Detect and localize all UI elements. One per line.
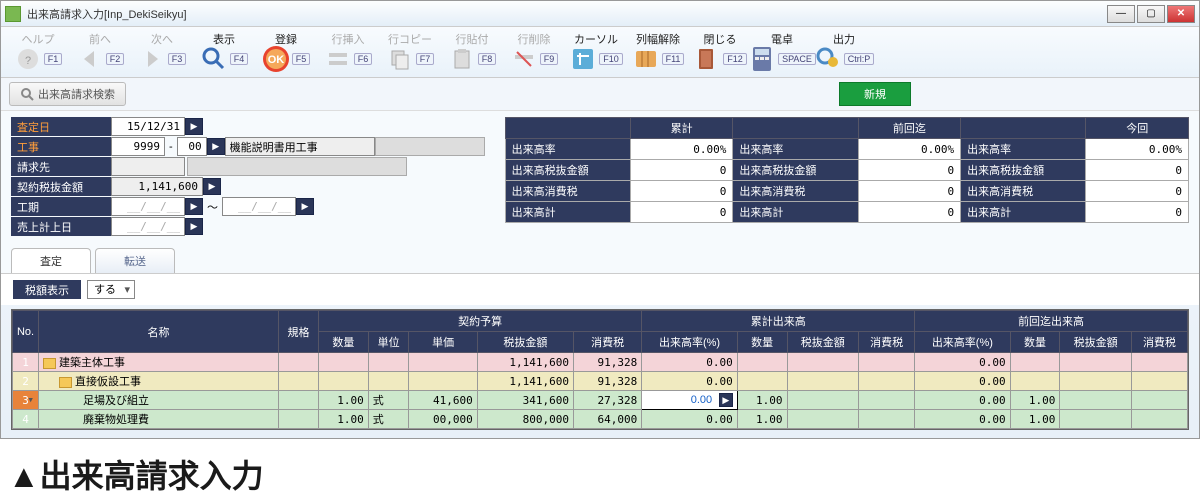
new-button[interactable]: 新規 [839,82,911,106]
uriage-field[interactable]: __/__/__ [111,217,185,236]
uriage-picker[interactable]: ▶ [185,218,203,235]
titlebar: 出来高請求入力[Inp_DekiSeikyu] — ▢ ✕ [1,1,1199,27]
maximize-button[interactable]: ▢ [1137,5,1165,23]
keiyaku-label: 契約税抜金額 [11,177,111,196]
search-bar: 出来高請求検索 新規 [1,78,1199,111]
seikyu-label: 請求先 [11,157,111,176]
svg-text:OK: OK [267,54,284,66]
search-icon [20,87,34,101]
row-delete-icon [510,45,538,73]
help-icon: ? [14,45,42,73]
magnifier-icon [200,45,228,73]
tb-next[interactable]: 次へ F3 [131,29,193,75]
data-grid[interactable]: No. 名称 規格 契約予算 累計出来高 前回迄出来高 数量単位単価税抜金額消費… [11,309,1189,430]
folder-icon [43,358,56,369]
tb-delete[interactable]: 行削除 F9 [503,29,565,75]
column-width-icon [632,45,660,73]
window-title: 出来高請求入力[Inp_DekiSeikyu] [27,6,1107,22]
seikyu-name-field [187,157,407,176]
table-row[interactable]: 4 廃棄物処理費 1.00式00,000 800,00064,000 0.001… [13,410,1188,429]
satei-label: 査定日 [11,117,111,136]
folder-icon [59,377,72,388]
toolbar: ヘルプ ?F1 前へ F2 次へ F3 表示 F4 登録 OKF5 行挿入 F6… [1,27,1199,78]
kouki-from-field[interactable]: __/__/__ [111,197,185,216]
keiyaku-picker[interactable]: ▶ [203,178,221,195]
tb-register[interactable]: 登録 OKF5 [255,29,317,75]
tab-tensou[interactable]: 転送 [95,248,175,273]
kouki-to-field[interactable]: __/__/__ [222,197,296,216]
cursor-icon [569,45,597,73]
tb-cursor[interactable]: カーソル F10 [565,29,627,75]
minimize-button[interactable]: — [1107,5,1135,23]
summary-panel: 累計前回迄今回 出来高率0.00%出来高率0.00%出来高率0.00% 出来高税… [505,117,1189,236]
satei-field[interactable]: 15/12/31 [111,117,185,136]
table-row[interactable]: 2 直接仮設工事 1,141,60091,328 0.00 0.00 [13,372,1188,391]
tb-help[interactable]: ヘルプ ?F1 [7,29,69,75]
next-icon [138,45,166,73]
form-left: 査定日 15/12/31 ▶ 工事 9999 - 00 ▶ 機能説明書用工事 請… [11,117,485,236]
tax-display-select[interactable]: する [87,280,135,299]
kouki-label: 工期 [11,197,111,216]
tb-paste[interactable]: 行貼付 F8 [441,29,503,75]
row-paste-icon [448,45,476,73]
close-button[interactable]: ✕ [1167,5,1195,23]
app-icon [5,6,21,22]
kouki-from-picker[interactable]: ▶ [185,198,203,215]
tb-colwidth[interactable]: 列幅解除 F11 [627,29,689,75]
row-insert-icon [324,45,352,73]
ok-icon: OK [262,45,290,73]
rate-edit-cell[interactable]: 0.00 ▶ [642,391,737,410]
tb-output[interactable]: 出力 Ctrl:P [813,29,875,75]
tb-close[interactable]: 閉じる F12 [689,29,751,75]
search-button[interactable]: 出来高請求検索 [9,82,126,106]
tb-calc[interactable]: 電卓 SPACE [751,29,813,75]
keiyaku-field: 1,141,600 [111,177,203,196]
koji-sub-field[interactable]: 00 [177,137,207,156]
svg-text:?: ? [25,55,31,67]
prev-icon [76,45,104,73]
tb-show[interactable]: 表示 F4 [193,29,255,75]
koji-name-field: 機能説明書用工事 [225,137,375,156]
output-icon [814,45,842,73]
koji-label: 工事 [11,137,111,156]
koji-code-field[interactable]: 9999 [111,137,165,156]
seikyu-field [111,157,185,176]
tab-satei[interactable]: 査定 [11,248,91,273]
koji-extra-field [375,137,485,156]
form-area: 査定日 15/12/31 ▶ 工事 9999 - 00 ▶ 機能説明書用工事 請… [1,111,1199,242]
tax-display-label: 税額表示 [13,280,81,299]
calculator-icon [748,45,776,73]
tabs: 査定 転送 [1,242,1199,273]
satei-picker[interactable]: ▶ [185,118,203,135]
page-caption: ▲出来高請求入力 [0,439,1200,501]
tb-prev[interactable]: 前へ F2 [69,29,131,75]
app-window: 出来高請求入力[Inp_DekiSeikyu] — ▢ ✕ ヘルプ ?F1 前へ… [0,0,1200,439]
summary-table: 累計前回迄今回 出来高率0.00%出来高率0.00%出来高率0.00% 出来高税… [505,117,1189,223]
option-row: 税額表示 する [1,273,1199,305]
uriage-label: 売上計上日 [11,217,111,236]
table-row[interactable]: 1 建築主体工事 1,141,60091,328 0.00 0.00 [13,353,1188,372]
kouki-to-picker[interactable]: ▶ [296,198,314,215]
row-copy-icon [386,45,414,73]
table-row[interactable]: 3 足場及び組立 1.00式41,600 341,60027,328 0.00 … [13,391,1188,410]
koji-picker[interactable]: ▶ [207,138,225,155]
tb-insert[interactable]: 行挿入 F6 [317,29,379,75]
tb-copy[interactable]: 行コピー F7 [379,29,441,75]
book-close-icon [693,45,721,73]
